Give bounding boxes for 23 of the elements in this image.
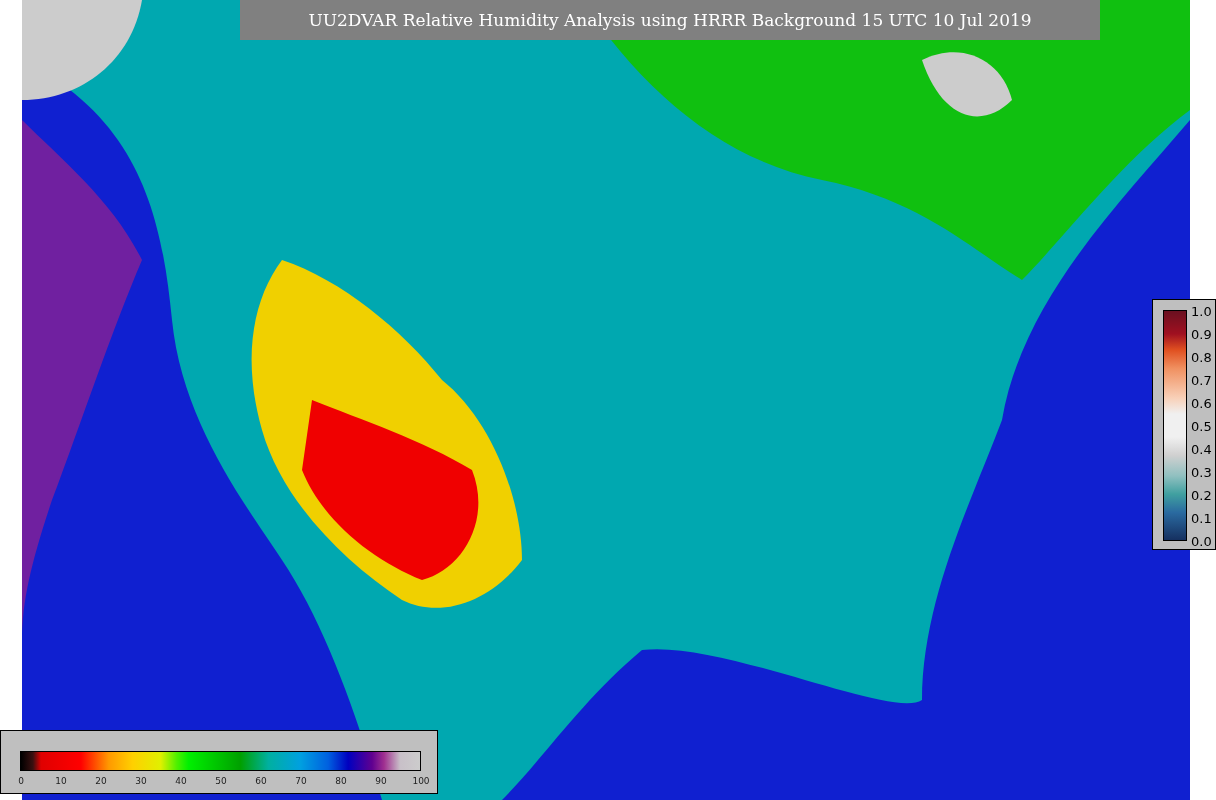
map-title: UU2DVAR Relative Humidity Analysis using HRRR Background 15 UTC 10 Jul 2019 — [240, 0, 1100, 40]
colorbar-tick-label: 50 — [215, 776, 227, 786]
colorbar-tick-label: 0.8 — [1191, 349, 1212, 365]
colorbar-tick-label: 20 — [95, 776, 107, 786]
colorbar-tick-label: 80 — [335, 776, 347, 786]
colorbar-tick-label: 0.0 — [1191, 533, 1212, 549]
colorbar-tick-label: 0.3 — [1191, 464, 1212, 480]
colorbar-tick-label: 60 — [255, 776, 267, 786]
colorbar-tick-label: 0.2 — [1191, 487, 1212, 503]
colorbar-tick-label: 90 — [375, 776, 387, 786]
colorbar-tick-label: 0.1 — [1191, 510, 1212, 526]
colorbar-tick-label: 1.0 — [1191, 303, 1212, 319]
colorbar-tick-label: 0.4 — [1191, 441, 1212, 457]
colorbar-tick-label: 10 — [55, 776, 67, 786]
colorbar-tick-label: 0 — [18, 776, 24, 786]
colorbar-tick-label: 0.7 — [1191, 372, 1212, 388]
colorbar-tick-label: 100 — [412, 776, 430, 786]
colorbar-tick-label: 0.9 — [1191, 326, 1212, 342]
colorbar-tick-label: 0.5 — [1191, 418, 1212, 434]
colorbar-tick-label: 40 — [175, 776, 187, 786]
colorbar-tick-label: 0.6 — [1191, 395, 1212, 411]
colorbar-tick-label: 70 — [295, 776, 307, 786]
colorbar-tick-label: 30 — [135, 776, 147, 786]
